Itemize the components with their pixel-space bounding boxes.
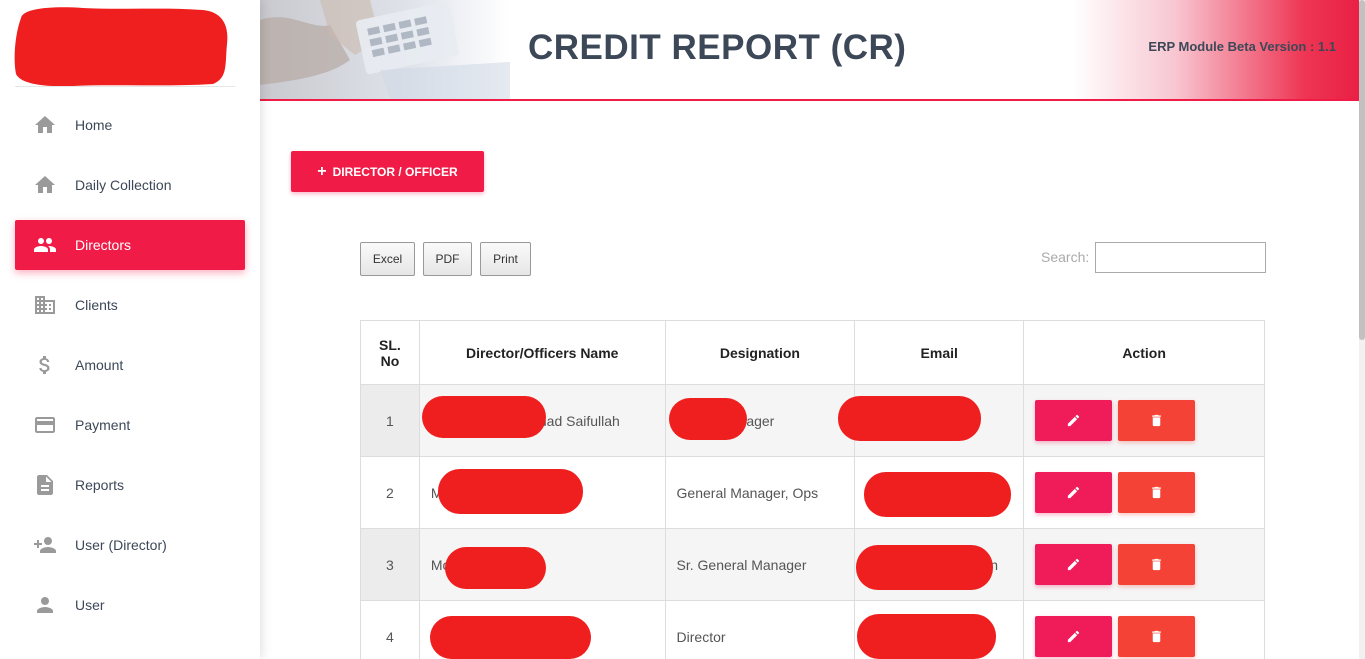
dollar-icon	[33, 353, 57, 377]
page-title: CREDIT REPORT (CR)	[528, 28, 907, 67]
redaction-mark	[864, 472, 1011, 517]
sidebar-item-label: User (Director)	[75, 537, 167, 553]
search-label: Search:	[1041, 249, 1090, 265]
top-header: CREDIT REPORT (CR) ERP Module Beta Versi…	[260, 0, 1363, 101]
cell-designation: Director	[664, 600, 856, 659]
delete-button[interactable]	[1118, 544, 1196, 585]
header-background-image	[260, 0, 510, 99]
sidebar-item-label: Payment	[75, 417, 131, 433]
scrollbar-thumb[interactable]	[1359, 0, 1365, 340]
export-excel-button[interactable]: Excel	[360, 242, 415, 276]
pencil-icon	[1068, 486, 1080, 499]
redaction-mark	[430, 616, 591, 659]
sidebar-item-label: Reports	[75, 477, 125, 493]
search-input[interactable]	[1095, 242, 1266, 273]
people-icon	[33, 233, 57, 257]
redaction-mark	[669, 398, 747, 440]
sidebar-item-directors[interactable]: Directors	[15, 220, 245, 270]
redaction-mark	[422, 396, 546, 438]
cell-sl: 1	[360, 384, 420, 457]
version-label: ERP Module Beta Version : 1.1	[1148, 39, 1336, 54]
sidebar-item-reports[interactable]: Reports	[15, 460, 245, 510]
sidebar-nav: Home Daily Collection Directors Clients …	[15, 100, 245, 640]
sidebar-item-clients[interactable]: Clients	[15, 280, 245, 330]
person-add-icon	[33, 533, 57, 557]
delete-button[interactable]	[1118, 472, 1196, 513]
pencil-icon	[1068, 630, 1080, 643]
add-button-label: DIRECTOR / OFFICER	[332, 164, 458, 179]
sidebar-item-user-director[interactable]: User (Director)	[15, 520, 245, 570]
sidebar-item-daily-collection[interactable]: Daily Collection	[15, 160, 245, 210]
sidebar-item-user[interactable]: User	[15, 580, 245, 630]
cell-action	[1023, 528, 1265, 601]
redaction-mark	[438, 469, 583, 514]
print-button[interactable]: Print	[480, 242, 531, 276]
logo-divider	[15, 86, 235, 87]
pencil-icon	[1068, 558, 1080, 571]
delete-button[interactable]	[1118, 616, 1196, 657]
sidebar: Home Daily Collection Directors Clients …	[0, 0, 260, 659]
export-pdf-button[interactable]: PDF	[423, 242, 472, 276]
column-header-designation[interactable]: Designation	[664, 320, 856, 385]
sidebar-item-label: Daily Collection	[75, 177, 172, 193]
trash-icon	[1152, 630, 1162, 643]
home-icon	[33, 173, 57, 197]
redaction-mark	[856, 545, 993, 590]
home-icon	[33, 113, 57, 137]
person-icon	[33, 593, 57, 617]
pencil-icon	[1068, 414, 1080, 427]
building-icon	[33, 293, 57, 317]
sidebar-item-label: Home	[75, 117, 113, 133]
table-header-row: SL. No Director/Officers Name Designation…	[360, 320, 1265, 385]
column-header-email[interactable]: Email	[854, 320, 1025, 385]
add-director-officer-button[interactable]: + DIRECTOR / OFFICER	[291, 151, 484, 192]
sl-header-line1: SL.	[379, 336, 401, 353]
cell-sl: 3	[360, 528, 420, 601]
page-scrollbar[interactable]	[1359, 0, 1365, 659]
plus-icon: +	[317, 162, 327, 180]
trash-icon	[1152, 486, 1162, 499]
sidebar-item-label: Amount	[75, 357, 124, 373]
cell-sl: 2	[360, 456, 420, 529]
edit-button[interactable]	[1035, 472, 1113, 513]
credit-card-icon	[33, 413, 57, 437]
trash-icon	[1152, 414, 1162, 427]
cell-action	[1023, 600, 1265, 659]
cell-action	[1023, 456, 1265, 529]
document-icon	[33, 473, 57, 497]
sidebar-item-label: Directors	[75, 237, 132, 253]
column-header-sl[interactable]: SL. No	[360, 320, 420, 385]
cell-designation: General Manager, Ops	[664, 456, 856, 529]
edit-button[interactable]	[1035, 544, 1113, 585]
sidebar-item-home[interactable]: Home	[15, 100, 245, 150]
edit-button[interactable]	[1035, 400, 1113, 441]
trash-icon	[1152, 558, 1162, 571]
delete-button[interactable]	[1118, 400, 1196, 441]
sidebar-item-label: User	[75, 597, 105, 613]
sidebar-item-label: Clients	[75, 297, 118, 313]
edit-button[interactable]	[1035, 616, 1113, 657]
sidebar-item-amount[interactable]: Amount	[15, 340, 245, 390]
column-header-action: Action	[1023, 320, 1265, 385]
sidebar-item-payment[interactable]: Payment	[15, 400, 245, 450]
cell-action	[1023, 384, 1265, 457]
redaction-mark	[857, 614, 996, 659]
sl-header-line2: No	[380, 352, 400, 369]
redaction-mark	[838, 396, 981, 441]
redaction-mark	[445, 547, 546, 589]
cell-designation: Sr. General Manager	[664, 528, 856, 601]
cell-sl: 4	[360, 600, 420, 659]
app-window: Home Daily Collection Directors Clients …	[0, 0, 1365, 659]
column-header-name[interactable]: Director/Officers Name	[418, 320, 666, 385]
logo-redacted	[13, 4, 228, 87]
